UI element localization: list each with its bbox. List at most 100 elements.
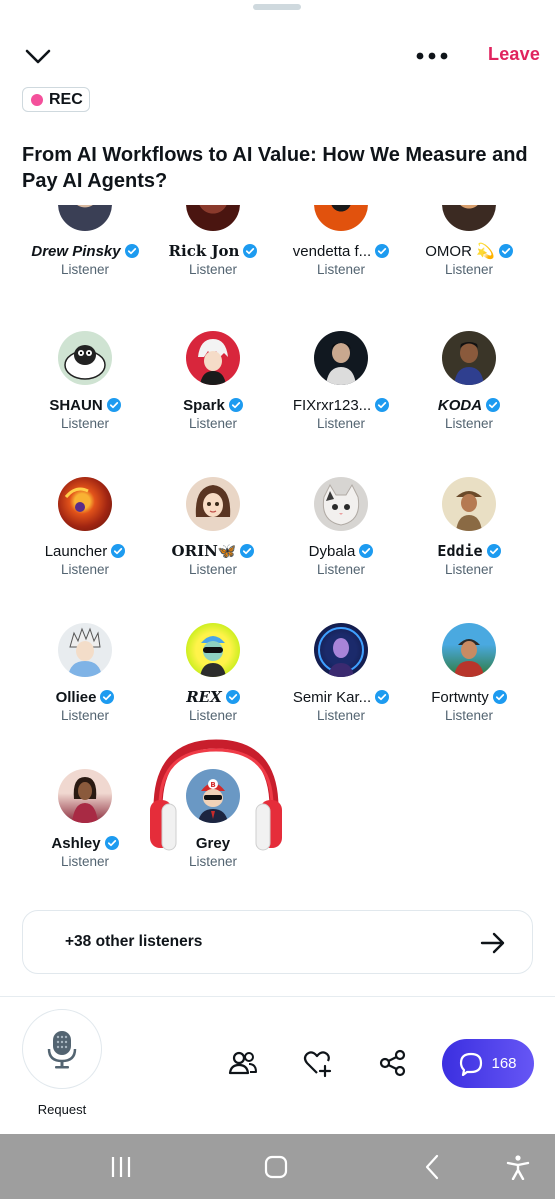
listener-name: Dybala bbox=[308, 542, 356, 560]
listener-role: Listener bbox=[188, 708, 238, 723]
verified-badge-icon bbox=[100, 690, 115, 704]
listener-role: Listener bbox=[316, 562, 366, 577]
back-icon[interactable] bbox=[420, 1154, 446, 1180]
listener-role: Listener bbox=[188, 416, 238, 431]
headphones-icon bbox=[150, 739, 282, 851]
listener-name: SHAUN bbox=[49, 396, 103, 414]
people-icon[interactable] bbox=[228, 1048, 258, 1078]
listener-card[interactable]: ORIN🦋 Listener bbox=[149, 477, 277, 577]
avatar bbox=[314, 205, 368, 231]
listener-card[interactable]: Eddie Listener bbox=[405, 477, 533, 577]
listener-name: Olliee bbox=[55, 688, 97, 706]
verified-badge-icon bbox=[359, 544, 374, 558]
listener-name: Ashley bbox=[51, 834, 101, 852]
chevron-down-icon[interactable] bbox=[24, 42, 52, 70]
listener-card[interactable]: SHAUN Listener bbox=[21, 331, 149, 431]
listener-name: Eddie bbox=[437, 542, 483, 560]
avatar bbox=[314, 331, 368, 385]
verified-badge-icon bbox=[492, 690, 507, 704]
verified-badge-icon bbox=[240, 544, 255, 558]
space-title: From AI Workflows to AI Value: How We Me… bbox=[22, 144, 528, 192]
microphone-icon bbox=[47, 1031, 77, 1069]
listener-name: FIXrxr123... bbox=[292, 396, 372, 414]
verified-badge-icon bbox=[486, 398, 501, 412]
listener-name: Fortwnty bbox=[431, 688, 489, 706]
avatar bbox=[58, 769, 112, 823]
listener-role: Listener bbox=[60, 416, 110, 431]
verified-badge-icon bbox=[225, 690, 240, 704]
request-mic-button[interactable] bbox=[22, 1009, 102, 1089]
listener-role: Listener bbox=[60, 562, 110, 577]
listener-card[interactable]: Ashley Listener bbox=[21, 769, 149, 869]
listener-role: Listener bbox=[188, 262, 238, 277]
divider bbox=[0, 996, 555, 997]
listener-role: Listener bbox=[60, 708, 110, 723]
recent-apps-icon[interactable] bbox=[108, 1154, 134, 1180]
sheet-grabber[interactable] bbox=[253, 4, 301, 10]
share-icon[interactable] bbox=[378, 1048, 408, 1078]
request-label: Request bbox=[37, 1102, 87, 1117]
listener-name: Launcher bbox=[44, 542, 108, 560]
other-listeners-label: +38 other listeners bbox=[65, 933, 203, 950]
leave-button[interactable]: Leave bbox=[488, 44, 540, 65]
listener-role: Listener bbox=[444, 262, 494, 277]
listener-card[interactable]: Fortwnty Listener bbox=[405, 623, 533, 723]
listener-card[interactable]: Dybala Listener bbox=[277, 477, 405, 577]
listener-name: vendetta f... bbox=[292, 242, 372, 260]
avatar bbox=[186, 623, 240, 677]
avatar bbox=[186, 205, 240, 231]
listener-name: Spark bbox=[183, 396, 225, 414]
listener-role: Listener bbox=[444, 562, 494, 577]
listener-card[interactable]: Rick Jon Listener bbox=[149, 205, 277, 277]
listener-role: Listener bbox=[60, 854, 110, 869]
avatar bbox=[442, 623, 496, 677]
system-nav-bar bbox=[0, 1134, 555, 1199]
listener-card[interactable]: REX Listener bbox=[149, 623, 277, 723]
home-icon[interactable] bbox=[263, 1154, 289, 1180]
chat-button[interactable]: 168 bbox=[442, 1039, 534, 1088]
avatar bbox=[58, 623, 112, 677]
listener-card[interactable]: OMOR 💫 Listener bbox=[405, 205, 533, 277]
listener-name: Semir Kar... bbox=[292, 688, 372, 706]
listener-card[interactable]: vendetta f... Listener bbox=[277, 205, 405, 277]
verified-badge-icon bbox=[375, 690, 390, 704]
verified-badge-icon bbox=[111, 544, 126, 558]
listener-card[interactable]: KODA Listener bbox=[405, 331, 533, 431]
listener-card[interactable]: Semir Kar... Listener bbox=[277, 623, 405, 723]
listener-card[interactable]: Spark Listener bbox=[149, 331, 277, 431]
avatar bbox=[186, 477, 240, 531]
accessibility-icon[interactable] bbox=[505, 1154, 531, 1180]
verified-badge-icon bbox=[106, 398, 121, 412]
listener-name: ORIN🦋 bbox=[171, 542, 237, 560]
avatar bbox=[442, 205, 496, 231]
avatar bbox=[314, 623, 368, 677]
listener-card[interactable]: Drew Pinsky Listener bbox=[21, 205, 149, 277]
heart-plus-icon[interactable] bbox=[302, 1048, 332, 1078]
listener-role: Listener bbox=[188, 854, 238, 869]
listener-card[interactable]: FIXrxr123... Listener bbox=[277, 331, 405, 431]
verified-badge-icon bbox=[243, 244, 258, 258]
listener-role: Listener bbox=[316, 708, 366, 723]
recording-label: REC bbox=[49, 90, 83, 108]
listener-role: Listener bbox=[60, 262, 110, 277]
listener-card[interactable]: Launcher Listener bbox=[21, 477, 149, 577]
verified-badge-icon bbox=[228, 398, 243, 412]
listener-card[interactable]: Olliee Listener bbox=[21, 623, 149, 723]
recording-dot-icon bbox=[31, 93, 43, 106]
other-listeners-button[interactable]: +38 other listeners bbox=[22, 910, 533, 974]
listener-name: OMOR 💫 bbox=[425, 243, 495, 260]
listener-role: Listener bbox=[444, 416, 494, 431]
listener-name: REX bbox=[186, 688, 222, 706]
listener-role: Listener bbox=[316, 262, 366, 277]
top-bar: Leave bbox=[0, 36, 555, 76]
chat-count: 168 bbox=[491, 1055, 517, 1072]
verified-badge-icon bbox=[104, 836, 119, 850]
more-options-icon[interactable] bbox=[414, 42, 450, 70]
listener-name: KODA bbox=[437, 396, 483, 414]
avatar bbox=[314, 477, 368, 531]
listener-role: Listener bbox=[444, 708, 494, 723]
verified-badge-icon bbox=[124, 244, 139, 258]
listener-name: Drew Pinsky bbox=[31, 242, 121, 260]
arrow-right-icon bbox=[480, 932, 505, 954]
avatar bbox=[58, 477, 112, 531]
